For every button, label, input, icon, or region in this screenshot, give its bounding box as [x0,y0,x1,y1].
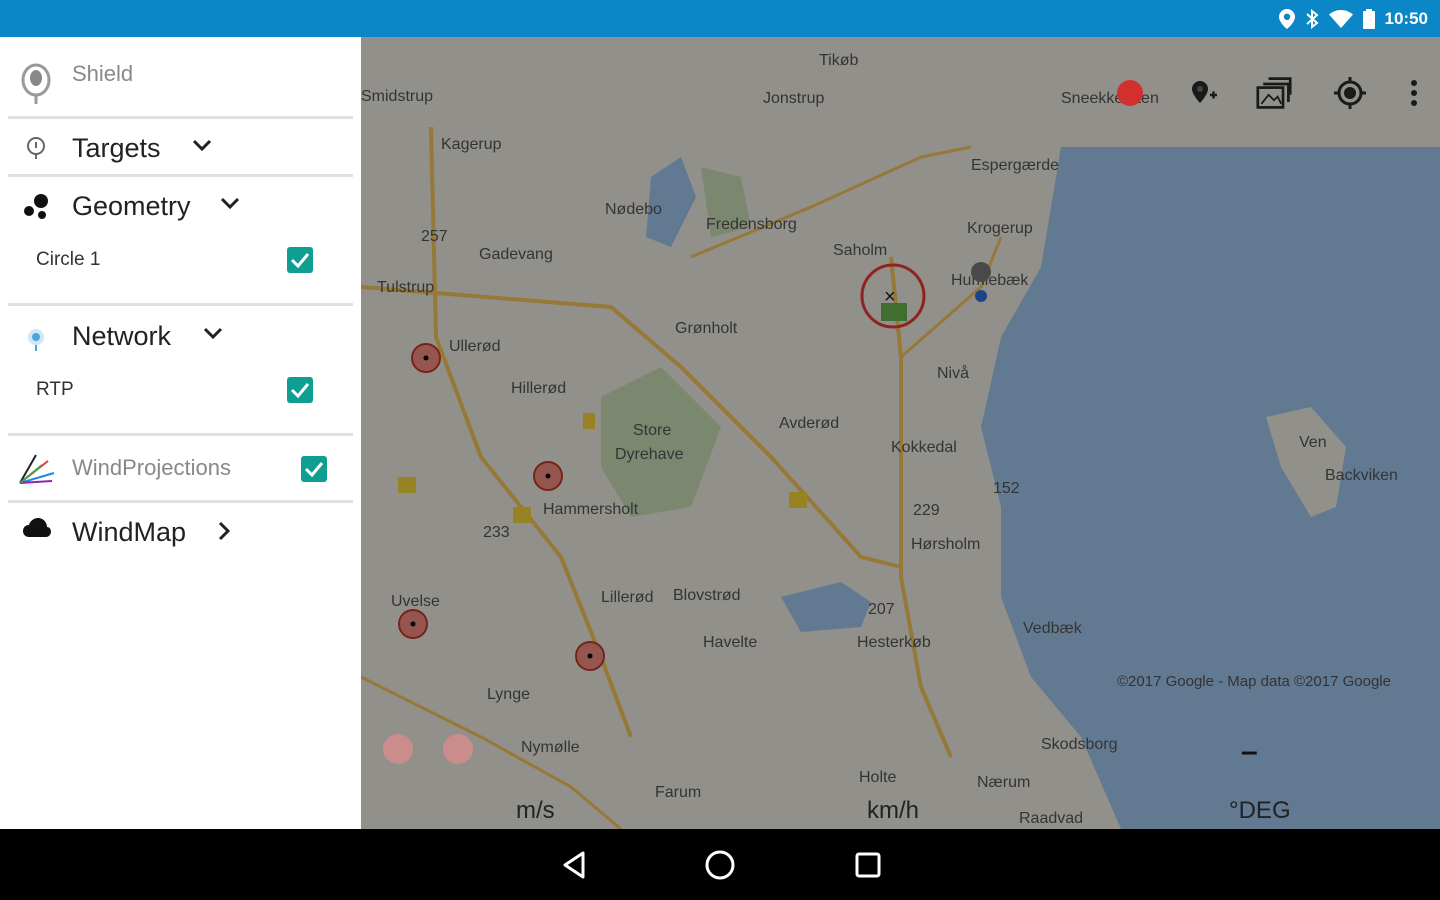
unit-deg: °DEG [1229,797,1291,824]
status-time: 10:50 [1384,8,1428,28]
status-bar: 10:50 [0,0,1440,37]
back-icon[interactable] [556,847,592,883]
map-copyright: ©2017 Google - Map data ©2017 Google [1117,673,1391,690]
map-layers-icon[interactable] [1256,75,1292,111]
wind-indicator-1 [383,734,413,764]
divider [8,174,353,177]
drawer-item-windprojections[interactable]: WindProjections [0,447,361,491]
windmap-label: WindMap [72,517,187,547]
navigation-drawer: Shield Targets Geometry Circle 1 Network… [0,37,361,829]
map-toolbar [1020,37,1440,145]
location-icon [1278,8,1295,29]
targets-icon [26,137,46,164]
network-item-label: RTP [36,379,74,400]
circle1-checkbox[interactable] [287,247,313,273]
chevron-down-icon [192,139,212,158]
targets-label: Targets [72,133,161,163]
drawer-item-targets[interactable]: Targets [0,129,361,169]
wind-projections-icon [18,451,56,490]
recents-icon[interactable] [850,847,886,883]
wind-projections-label: WindProjections [72,455,231,480]
chevron-right-icon [218,521,232,546]
divider [8,116,353,119]
system-nav-bar [0,829,1440,900]
drawer-item-network[interactable]: Network [0,317,361,357]
divider [8,433,353,436]
network-icon [26,327,46,356]
more-vert-icon[interactable] [1396,75,1432,111]
shield-icon [20,62,52,111]
drawer-item-windmap[interactable]: WindMap [0,513,361,553]
divider [8,303,353,306]
geometry-label: Geometry [72,191,191,221]
battery-icon [1362,8,1375,29]
add-location-icon[interactable] [1186,75,1222,111]
wifi-icon [1328,9,1353,28]
record-icon[interactable] [1112,75,1148,111]
unit-kmh: km/h [867,797,920,824]
wind-projections-checkbox[interactable] [301,456,327,482]
list-item: Circle 1 [0,243,361,279]
chevron-down-icon [203,327,223,346]
geometry-item-label: Circle 1 [36,249,101,270]
divider [8,500,353,503]
map-view[interactable]: Tikøb Jonstrup Kagerup Espergærde Nødebo… [361,37,1440,829]
rtp-checkbox[interactable] [287,377,313,403]
list-item: RTP [0,373,361,409]
status-icons: 10:50 [1278,0,1428,37]
wind-indicator-2 [443,734,473,764]
my-location-icon[interactable] [1332,75,1368,111]
bluetooth-icon [1305,8,1319,29]
drawer-item-shield[interactable]: Shield [0,57,361,107]
direction-dash: – [1241,735,1258,768]
shield-label: Shield [72,61,134,86]
network-label: Network [72,321,172,351]
cloud-icon [22,517,52,544]
geometry-icon [22,193,50,226]
home-icon[interactable] [702,847,738,883]
unit-ms: m/s [516,797,555,824]
chevron-down-icon [220,197,240,216]
drawer-item-geometry[interactable]: Geometry [0,187,361,227]
